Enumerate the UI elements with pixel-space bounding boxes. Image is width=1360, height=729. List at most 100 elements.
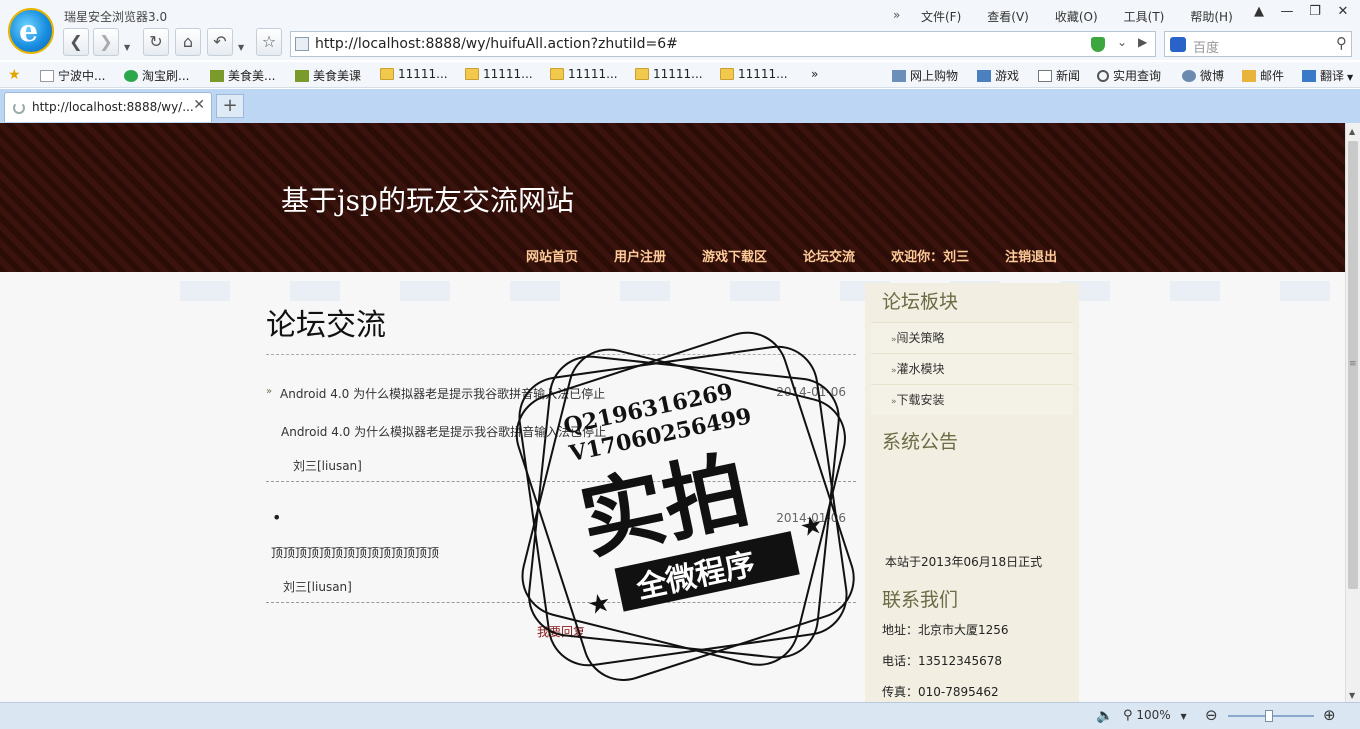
zoom-control[interactable]: ⚲ 100% ▼: [1123, 708, 1187, 723]
reply-link[interactable]: 我要回复: [266, 623, 856, 640]
loading-spinner-icon: [13, 102, 25, 114]
search-icon[interactable]: ⚲: [1336, 34, 1347, 52]
cart-icon: [892, 70, 906, 82]
zoom-slider-knob[interactable]: [1265, 710, 1273, 722]
skin-icon[interactable]: ▲: [1248, 2, 1270, 22]
refresh-button[interactable]: ↻: [143, 28, 169, 56]
browser-menubar: » 文件(F) 查看(V) 收藏(O) 工具(T) 帮助(H): [893, 8, 1259, 25]
nav-game-download[interactable]: 游戏下载区: [702, 246, 767, 265]
tab-title: http://localhost:8888/wy/...: [32, 100, 194, 114]
page-icon: [40, 70, 54, 82]
minimize-icon[interactable]: —: [1276, 2, 1298, 22]
go-arrow-icon[interactable]: ▶: [1138, 35, 1147, 49]
close-tab-icon[interactable]: ✕: [193, 97, 205, 113]
fav-folder[interactable]: 11111...: [720, 67, 788, 81]
nav-forum[interactable]: 论坛交流: [803, 246, 855, 265]
home-button[interactable]: ⌂: [175, 28, 201, 56]
fav-item[interactable]: 宁波中...: [40, 67, 105, 84]
magnifier-icon: [1097, 70, 1109, 82]
quick-link-games[interactable]: 游戏: [977, 67, 1019, 84]
background-pattern: [120, 281, 1345, 301]
nav-logout[interactable]: 注销退出: [1005, 246, 1057, 265]
page-scrollbar[interactable]: ▲ ≡ ▼: [1345, 123, 1360, 702]
envelope-icon: [1242, 70, 1256, 82]
forward-button[interactable]: ❯: [93, 28, 119, 56]
address-dropdown-icon[interactable]: ⌄: [1117, 35, 1127, 49]
menu-help[interactable]: 帮助(H): [1190, 8, 1232, 25]
bookmark-star-button[interactable]: ☆: [256, 28, 282, 56]
fav-item[interactable]: 美食美...: [210, 67, 275, 84]
magnifier-icon: ⚲: [1123, 708, 1133, 723]
quick-link-translate[interactable]: 翻译 ▼: [1302, 67, 1353, 84]
quick-link-weibo[interactable]: 微博: [1182, 67, 1224, 84]
menu-favorites[interactable]: 收藏(O): [1055, 8, 1098, 25]
folder-icon: [635, 68, 649, 80]
fav-item[interactable]: 淘宝刷...: [124, 67, 189, 84]
scroll-down-icon[interactable]: ▼: [1349, 691, 1355, 700]
menu-tools[interactable]: 工具(T): [1124, 8, 1165, 25]
menu-file[interactable]: 文件(F): [921, 8, 961, 25]
quick-link-shopping[interactable]: 网上购物: [892, 67, 958, 84]
new-tab-button[interactable]: +: [216, 94, 244, 118]
post-title[interactable]: Android 4.0 为什么模拟器老是提示我谷歌拼音输入法已停止: [280, 385, 605, 402]
folder-icon: [465, 68, 479, 80]
post-body: Android 4.0 为什么模拟器老是提示我谷歌拼音输入法已停止: [281, 425, 607, 439]
menu-more-icon[interactable]: »: [893, 8, 921, 25]
zoom-level: 100%: [1136, 708, 1171, 722]
fav-item[interactable]: 美食美课: [295, 67, 361, 84]
baidu-paw-icon[interactable]: [1170, 37, 1186, 52]
site-nav: 网站首页 用户注册 游戏下载区 论坛交流 欢迎你：刘三 注销退出: [526, 246, 1093, 265]
favorites-star-icon[interactable]: ★: [8, 67, 21, 83]
contact-phone: 电话：13512345678: [882, 654, 1002, 668]
security-shield-icon[interactable]: [1091, 37, 1105, 52]
forum-main: 论坛交流 » Android 4.0 为什么模拟器老是提示我谷歌拼音输入法已停止…: [266, 300, 856, 640]
board-item[interactable]: »闯关策略: [871, 322, 1073, 353]
zoom-dropdown-icon[interactable]: ▼: [1181, 712, 1187, 721]
quick-link-query[interactable]: 实用查询: [1097, 67, 1161, 84]
nav-register[interactable]: 用户注册: [614, 246, 666, 265]
close-window-icon[interactable]: ✕: [1332, 2, 1354, 22]
zoom-out-icon[interactable]: ⊖: [1205, 706, 1218, 724]
page-viewport: 基于jsp的玩友交流网站 网站首页 用户注册 游戏下载区 论坛交流 欢迎你：刘三…: [0, 123, 1345, 702]
zoom-in-icon[interactable]: ⊕: [1323, 706, 1336, 724]
undo-close-button[interactable]: ↶: [207, 28, 233, 56]
address-url[interactable]: http://localhost:8888/wy/huifuAll.action…: [315, 36, 678, 52]
post-date: 2014-01-06: [776, 385, 846, 399]
quick-link-news[interactable]: 新闻: [1038, 67, 1080, 84]
board-item[interactable]: »下载安装: [871, 384, 1073, 415]
site-title: 基于jsp的玩友交流网站: [281, 184, 574, 217]
nav-welcome-user[interactable]: 欢迎你：刘三: [891, 246, 969, 265]
chat-bubble-icon: [1182, 70, 1196, 82]
restore-icon[interactable]: ❐: [1304, 2, 1326, 22]
fav-folder[interactable]: 11111...: [465, 67, 533, 81]
history-dropdown-icon[interactable]: ▼: [124, 43, 130, 52]
tab-active[interactable]: http://localhost:8888/wy/... ✕: [4, 92, 212, 122]
fav-folder[interactable]: 11111...: [635, 67, 703, 81]
gamepad-icon: [977, 70, 991, 82]
fav-folder[interactable]: 11111...: [380, 67, 448, 81]
quick-link-mail[interactable]: 邮件: [1242, 67, 1284, 84]
reply-body: 顶顶顶顶顶顶顶顶顶顶顶顶顶顶: [271, 546, 440, 560]
scroll-up-icon[interactable]: ▲: [1349, 127, 1355, 136]
forum-reply: • 2014-01-06 顶顶顶顶顶顶顶顶顶顶顶顶顶顶 刘三[liusan]: [266, 482, 856, 603]
undo-dropdown-icon[interactable]: ▼: [238, 43, 244, 52]
list-bullet: •: [272, 508, 282, 527]
page-icon: [295, 37, 309, 51]
board-list: »闯关策略 »灌水模块 »下载安装: [871, 322, 1073, 415]
double-chevron-icon: »: [266, 386, 273, 397]
fav-more-icon[interactable]: »: [811, 67, 818, 81]
back-button[interactable]: ❮: [63, 28, 89, 56]
contact-address: 地址：北京市大厦1256: [882, 623, 1009, 637]
address-bar[interactable]: http://localhost:8888/wy/huifuAll.action…: [290, 31, 1156, 57]
board-heading: 论坛板块: [882, 291, 959, 313]
news-icon: [1038, 70, 1052, 82]
menu-view[interactable]: 查看(V): [987, 8, 1029, 25]
search-box[interactable]: 百度 ⚲: [1164, 31, 1352, 57]
nav-home[interactable]: 网站首页: [526, 246, 578, 265]
board-item[interactable]: »灌水模块: [871, 353, 1073, 384]
scroll-grip-icon: ≡: [1349, 359, 1357, 369]
notice-heading: 系统公告: [882, 431, 959, 453]
reply-date: 2014-01-06: [776, 511, 846, 525]
fav-folder[interactable]: 11111...: [550, 67, 618, 81]
speaker-icon[interactable]: 🔈: [1096, 708, 1113, 724]
